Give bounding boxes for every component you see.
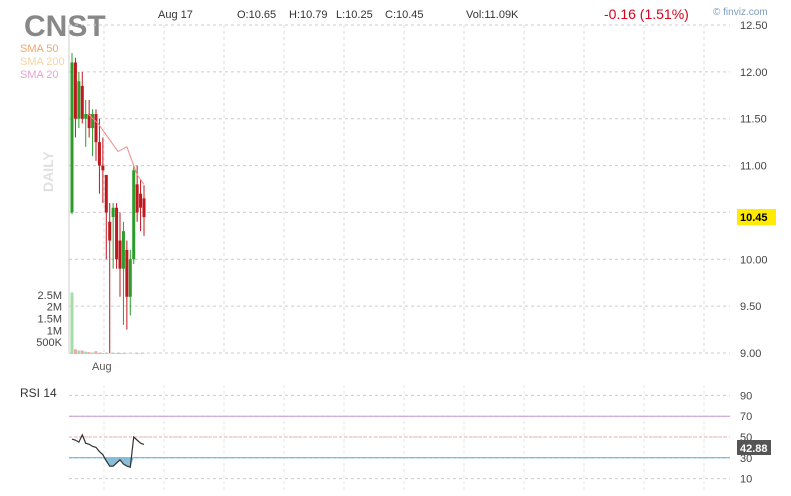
candle-body [94,114,98,143]
volume-axis: 2.5M2M1.5M1M500K [36,290,62,349]
volume-tick-label: 2M [47,302,62,314]
candle-body [104,174,108,213]
header-high: H:10.79 [289,9,328,21]
volume-bar [104,353,108,354]
rsi-label: RSI 14 [20,386,57,400]
price-tick-label: 12.50 [740,20,768,32]
volume-bar [115,353,119,354]
price-tick-label: 10.00 [740,254,768,266]
rsi-line [71,433,145,468]
candle-body [73,62,77,119]
candle-body [121,231,125,269]
rsi-tick-label: 70 [740,411,752,423]
candle-body [115,207,119,260]
price-tick-label: 11.00 [740,161,767,173]
candle-body [70,62,74,213]
header-open: O:10.65 [237,9,276,21]
volume-bar [77,350,81,354]
period-label: DAILY [40,151,56,192]
ticker-symbol: CNST [24,10,106,43]
candle-body [135,184,139,213]
volume-tick-label: 500K [36,337,62,349]
volume-tick-label: 1.5M [38,314,62,326]
volume-bar [87,352,91,354]
candle-body [108,221,112,241]
candle-body [77,81,81,119]
brand-watermark: © finviz.com [713,7,768,18]
candle-body [84,114,88,119]
volume-bar [118,353,122,354]
volume-bar [121,353,125,354]
volume-bar [70,292,74,354]
rsi-axis: 9070503010 [740,390,752,485]
price-tick-label: 11.50 [740,114,767,126]
stock-chart: CNST Aug 17 O:10.65 H:10.79 L:10.25 C:10… [20,6,776,490]
candle-body [142,198,146,218]
price-gridlines [68,24,730,490]
candle-body [101,165,105,171]
candle-body [97,142,101,166]
candle-body [125,249,129,297]
candle-body [132,170,136,260]
legend-sma50: SMA 50 [20,43,59,55]
volume-bars [70,292,146,354]
candle-body [128,259,132,297]
price-tick-label: 12.00 [740,67,768,79]
candle-body [139,193,143,208]
header-date: Aug 17 [158,9,193,21]
x-tick-label: Aug [92,361,112,373]
rsi-tick-label: 10 [740,474,752,486]
volume-tick-label: 1M [47,325,62,337]
last-price-tag: 10.45 [740,212,768,224]
volume-bar [84,351,88,354]
price-tick-label: 9.00 [740,348,761,360]
volume-tick-label: 2.5M [38,290,62,302]
candle-body [80,85,84,119]
price-axis: 12.5012.0011.5011.0010.5010.009.509.00 [740,20,768,360]
rsi-gridlines [69,394,730,480]
volume-bar [94,351,98,354]
x-axis: Aug [92,361,112,373]
volume-bar [73,349,77,354]
price-change: -0.16 (1.51%) [604,6,689,22]
legend-sma20: SMA 20 [20,69,59,81]
rsi-tick-label: 90 [740,390,752,402]
candle-body [111,207,115,218]
candle-body [91,114,95,129]
volume-bar [80,350,84,354]
volume-bar [111,352,115,354]
header-close: C:10.45 [385,9,424,21]
volume-bar [97,352,101,354]
header-volume: Vol:11.09K [466,9,519,21]
volume-bar [91,352,95,354]
candle-body [118,240,122,269]
rsi-value-tag: 42.88 [740,443,768,455]
header-low: L:10.25 [336,9,373,21]
price-tick-label: 9.50 [740,301,761,313]
candlesticks [70,53,146,353]
volume-bar [101,353,105,354]
legend-sma200: SMA 200 [20,56,65,68]
